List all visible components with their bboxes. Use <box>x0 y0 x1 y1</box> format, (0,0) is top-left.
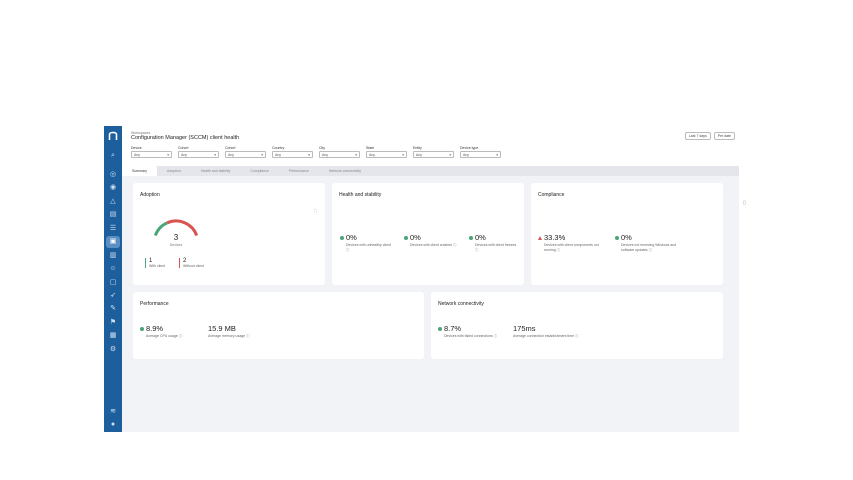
info-icon[interactable]: ⓘ <box>346 248 350 252</box>
timeframe-button[interactable]: Last 7 days <box>684 132 711 140</box>
filter-entity: Entity Any <box>413 146 454 159</box>
library-icon[interactable]: ▦ <box>109 332 117 340</box>
legend-without-client: 2 Without client <box>179 258 204 268</box>
bell-icon[interactable]: △ <box>109 198 117 206</box>
health-card: Health and stability 0% Devices with unh… <box>332 183 524 285</box>
users-icon[interactable]: ☺ <box>109 265 117 273</box>
filter-device: Device Any <box>131 146 172 159</box>
info-icon[interactable]: ⓘ <box>475 248 479 252</box>
filter-select[interactable]: Any <box>131 151 172 159</box>
warning-icon <box>538 235 542 240</box>
status-ok-icon <box>140 326 144 331</box>
app-window: ⌕ ◎ ◉ △ ▤ ☰ ▣ ▥ ☺ ▢ ➶ ✎ ⚑ ▦ ⚙ ≋ ● Worksp… <box>104 126 739 432</box>
tab-adoption[interactable]: Adoption <box>157 166 191 176</box>
sccm-icon[interactable]: ▣ <box>106 236 120 248</box>
chart-icon[interactable]: ▤ <box>109 211 117 219</box>
compliance-card: Compliance 33.3% Devices with client com… <box>531 183 723 285</box>
nexthink-logo <box>108 131 118 140</box>
gauge-total: 3 <box>173 233 179 242</box>
tab-bar: Summary Adoption Health and stability Co… <box>122 166 739 176</box>
filter-select[interactable]: Any <box>413 151 454 159</box>
info-icon[interactable]: ⓘ <box>575 334 579 338</box>
panel-toggle-icon[interactable]: ▯ <box>743 200 746 206</box>
card-title: Network connectivity <box>438 301 484 307</box>
filter-select[interactable]: Any <box>366 151 407 159</box>
tab-compliance[interactable]: Compliance <box>240 166 278 176</box>
network-card: Network connectivity 8.7% Devices with f… <box>431 292 723 359</box>
tab-summary[interactable]: Summary <box>122 166 157 176</box>
info-icon[interactable]: ⓘ <box>179 334 183 338</box>
tab-network-connectivity[interactable]: Network connectivity <box>319 166 371 176</box>
page-title: Configuration Manager (SCCM) client heal… <box>131 135 240 141</box>
metric-failed-connections: 8.7% Devices with failed connections ⓘ <box>438 324 508 339</box>
alerts-icon[interactable]: ◉ <box>109 184 117 192</box>
metric-unhealthy-client: 0% Devices with unhealthy client ⓘ <box>340 233 395 252</box>
metric-components-not-running: 33.3% Devices with client components not… <box>538 233 610 252</box>
tab-performance[interactable]: Performance <box>279 166 319 176</box>
filter-cohort-2: Cohort Any <box>225 146 266 159</box>
page-header: Workspaces Configuration Manager (SCCM) … <box>122 126 739 166</box>
report-icon[interactable]: ▥ <box>109 252 117 260</box>
sidebar: ⌕ ◎ ◉ △ ▤ ☰ ▣ ▥ ☺ ▢ ➶ ✎ ⚑ ▦ ⚙ ≋ ● <box>104 126 122 432</box>
metric-cpu-usage: 8.9% Average CPU usage ⓘ <box>140 324 210 339</box>
adoption-card: Adoption ⛶ 3 Devices 1 With client 2 Wit… <box>133 183 325 285</box>
status-ok-icon <box>404 235 408 240</box>
profile-icon[interactable]: ● <box>109 421 117 429</box>
filter-bar: Device Any Cohort Any Cohort Any Country… <box>131 146 501 159</box>
filter-city: City Any <box>319 146 360 159</box>
search-icon[interactable]: ⌕ <box>109 152 117 160</box>
rocket-icon[interactable]: ➶ <box>109 292 117 300</box>
filter-select[interactable]: Any <box>460 151 501 159</box>
filter-select[interactable]: Any <box>225 151 266 159</box>
metric-memory-usage: 15.9 MB Average memory usage ⓘ <box>208 324 250 338</box>
legend-with-client: 1 With client <box>145 258 165 268</box>
card-title: Performance <box>140 301 169 307</box>
metric-updates-not-received: 0% Devices not receiving Windows and sof… <box>615 233 687 252</box>
metric-client-crashes: 0% Devices with client crashes ⓘ <box>404 233 459 248</box>
settings-icon[interactable]: ⚙ <box>109 346 117 354</box>
filter-cohort: Cohort Any <box>178 146 219 159</box>
filter-country: Country Any <box>272 146 313 159</box>
metric-client-freezes: 0% Devices with client freezes ⓘ <box>469 233 519 252</box>
tab-health-and-stability[interactable]: Health and stability <box>191 166 241 176</box>
flag-icon[interactable]: ⚑ <box>109 319 117 327</box>
dashboard-icon[interactable]: ◎ <box>109 171 117 179</box>
info-icon[interactable]: ⓘ <box>494 334 498 338</box>
info-icon[interactable]: ⓘ <box>649 248 653 252</box>
tools-icon[interactable]: ✎ <box>109 305 117 313</box>
performance-card: Performance 8.9% Average CPU usage ⓘ 15.… <box>133 292 424 359</box>
device-icon[interactable]: ▢ <box>109 279 117 287</box>
metric-connection-time: 175ms Average connection establishment t… <box>513 324 579 338</box>
filter-select[interactable]: Any <box>319 151 360 159</box>
list-icon[interactable]: ☰ <box>109 225 117 233</box>
status-ok-icon <box>340 235 344 240</box>
info-icon[interactable]: ⓘ <box>246 334 250 338</box>
filter-select[interactable]: Any <box>178 151 219 159</box>
filter-select[interactable]: Any <box>272 151 313 159</box>
help-icon[interactable]: ≋ <box>109 408 117 416</box>
info-icon[interactable]: ⓘ <box>557 248 561 252</box>
status-ok-icon <box>438 326 442 331</box>
status-ok-icon <box>615 235 619 240</box>
card-title: Health and stability <box>339 192 382 198</box>
expand-icon[interactable]: ⛶ <box>314 208 317 213</box>
filter-device-type: Device type Any <box>460 146 501 159</box>
granularity-select[interactable]: Per date <box>713 132 735 140</box>
status-ok-icon <box>469 235 473 240</box>
info-icon[interactable]: ⓘ <box>453 243 457 247</box>
card-title: Compliance <box>538 192 565 198</box>
card-title: Adoption <box>140 192 160 198</box>
filter-state: State Any <box>366 146 407 159</box>
gauge-total-label: Devices <box>169 243 183 247</box>
